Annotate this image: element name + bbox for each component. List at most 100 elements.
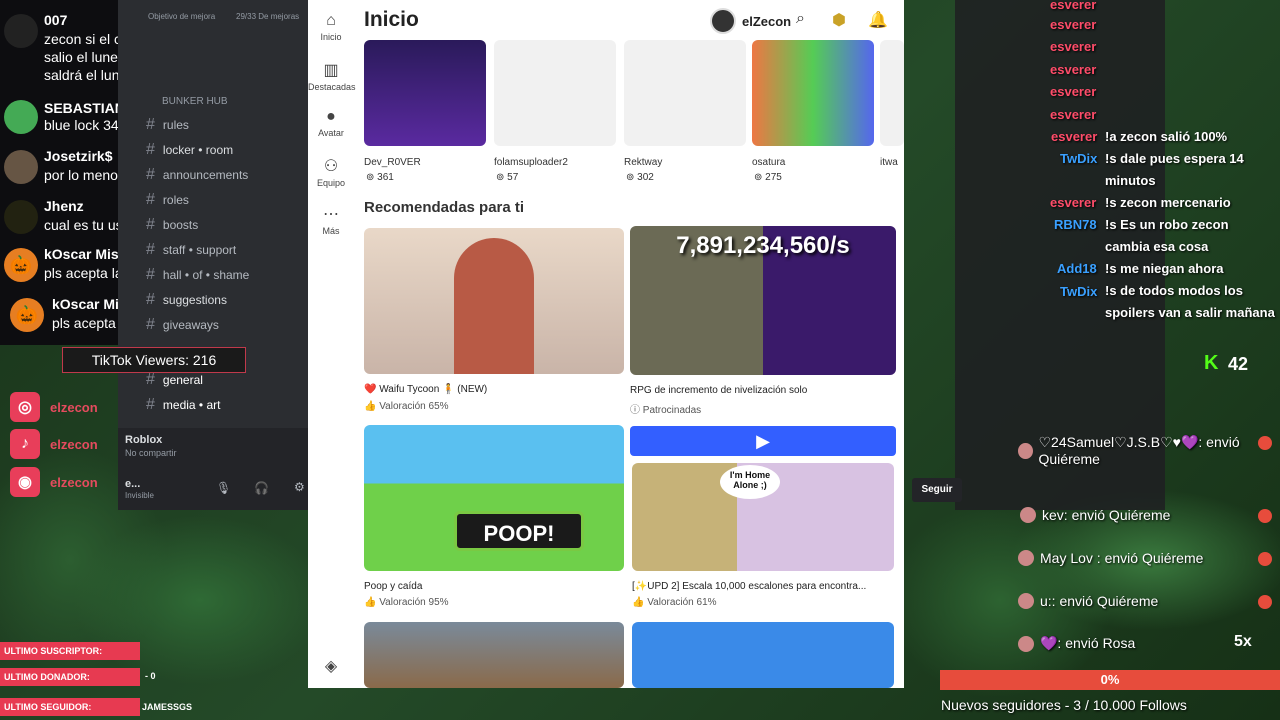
friend-count: ⊚ 57 <box>496 172 518 183</box>
chat-username: esverer <box>1050 62 1097 77</box>
friend-avatar[interactable] <box>624 40 746 146</box>
social-discord: ◉ elzecon <box>10 467 98 497</box>
chat-username: esverer <box>1050 84 1097 99</box>
channel-hall[interactable]: # hall • of • shame <box>146 266 249 284</box>
channel-label: roles <box>162 193 189 207</box>
chat-line: !s Es un robo zecon cambia esa cosa <box>1105 217 1229 254</box>
game-thumbnail[interactable] <box>364 228 624 374</box>
friend-name[interactable]: folamsuploader2 <box>494 157 568 168</box>
avatar <box>4 14 38 48</box>
channel-media[interactable]: # media • art <box>146 396 220 414</box>
nav-label: Avatar <box>318 128 344 138</box>
mic-icon[interactable]: 🎙 <box>216 481 231 495</box>
hash-icon: # <box>146 216 155 233</box>
robux-icon: ⊚ <box>754 172 766 183</box>
channel-label: media • art <box>162 398 221 412</box>
megaphone-icon: # <box>146 166 155 183</box>
channel-label: giveaways <box>162 318 219 332</box>
channel-locker[interactable]: # locker • room <box>146 141 233 159</box>
game-rating: 👍 Valoración 61% <box>632 597 717 608</box>
chat-line: !s de todos modos los spoilers van a sal… <box>1105 283 1275 320</box>
channel-giveaways[interactable]: # giveaways <box>146 316 219 334</box>
home-icon: ⌂ <box>326 12 336 29</box>
friend-count: ⊚ 275 <box>754 172 782 183</box>
heart-icon <box>1258 509 1272 523</box>
heart-icon <box>1258 552 1272 566</box>
gift-event: u:: envió Quiéreme <box>1018 593 1158 609</box>
gift-text: 💜: envió Rosa <box>1040 635 1136 651</box>
friend-avatar[interactable] <box>880 40 904 146</box>
follow-button[interactable]: Seguir <box>912 478 962 502</box>
count: 57 <box>507 172 519 183</box>
instagram-icon: ◎ <box>10 392 40 422</box>
discord-icon: ◉ <box>10 467 40 497</box>
channel-staff[interactable]: # staff • support <box>146 241 236 259</box>
friend-count: ⊚ 361 <box>366 172 394 183</box>
channel-suggestions[interactable]: # suggestions <box>146 291 227 309</box>
hash-icon: # <box>146 291 155 308</box>
nav-team[interactable]: ⚇ Equipo <box>308 156 354 188</box>
channel-boosts[interactable]: # boosts <box>146 216 198 234</box>
game-title[interactable]: ❤️ Waifu Tycoon 🧍 (NEW) <box>364 384 487 395</box>
gift-text: u:: envió Quiéreme <box>1040 593 1159 609</box>
channel-roles[interactable]: # roles <box>146 191 189 209</box>
game-thumbnail[interactable]: POOP! <box>364 425 624 571</box>
channel-label: suggestions <box>162 293 227 307</box>
hash-icon: # <box>146 371 155 388</box>
user-menu[interactable]: elZecon <box>710 8 791 34</box>
friend-avatar[interactable] <box>494 40 616 146</box>
avatar <box>1018 593 1034 609</box>
thumbnail-overlay-text: POOP! <box>454 511 584 551</box>
count: 275 <box>765 172 782 183</box>
friend-name[interactable]: osatura <box>752 157 785 168</box>
heart-icon <box>1258 436 1272 450</box>
robux-icon: ⊚ <box>366 172 378 183</box>
search-icon[interactable]: ⌕ <box>796 10 805 28</box>
headphones-icon[interactable]: 🎧 <box>254 481 269 495</box>
game-rating: 👍 Valoración 65% <box>364 401 449 412</box>
nav-featured[interactable]: ▥ Destacadas <box>308 60 356 92</box>
chat-line: !s me niegan ahora <box>1105 261 1224 276</box>
channel-label: general <box>162 373 203 387</box>
friend-avatar[interactable] <box>752 40 874 146</box>
friend-avatar[interactable] <box>364 40 486 146</box>
gear-icon[interactable]: ⚙ <box>294 480 305 494</box>
chat-username: 007 <box>44 12 68 28</box>
chat-username: TwDix <box>1060 284 1098 299</box>
gift-text: kev: envió Quiéreme <box>1042 507 1171 523</box>
avatar <box>4 200 38 234</box>
game-rating: 👍 Valoración 95% <box>364 597 449 608</box>
game-thumbnail[interactable] <box>632 622 894 688</box>
chat-username: TwDix <box>1060 151 1098 166</box>
chat-username: Add18 <box>1057 261 1097 276</box>
game-thumbnail[interactable]: 7,891,234,560/s <box>630 226 896 375</box>
robux-icon: ⊚ <box>496 172 508 183</box>
game-title[interactable]: Poop y caída <box>364 581 422 592</box>
chat-username: Jhenz <box>44 198 84 214</box>
voice-title: Roblox <box>125 434 163 446</box>
game-title[interactable]: RPG de incremento de nivelización solo <box>630 385 807 396</box>
friend-name[interactable]: Dev_R0VER <box>364 157 421 168</box>
robux-icon[interactable]: ⬢ <box>832 10 846 30</box>
game-thumbnail[interactable] <box>364 622 624 688</box>
channel-label: announcements <box>162 168 249 182</box>
friend-name[interactable]: Rektway <box>624 157 662 168</box>
server-category[interactable]: BUNKER HUB <box>162 96 228 107</box>
play-button[interactable]: ▶ <box>630 426 896 456</box>
roblox-logo-icon[interactable]: ◈ <box>308 656 354 676</box>
chat-username: esverer <box>1050 17 1097 32</box>
nav-more[interactable]: ⋯ Más <box>308 204 354 236</box>
game-title[interactable]: [✨UPD 2] Escala 10,000 escalones para en… <box>632 581 866 592</box>
friend-name[interactable]: itwa <box>880 157 898 168</box>
game-thumbnail[interactable]: I'm Home Alone ;) <box>632 463 894 571</box>
kick-viewers: 42 <box>1228 354 1249 374</box>
channel-announcements[interactable]: # announcements <box>146 166 248 184</box>
channel-label: hall • of • shame <box>162 268 250 282</box>
channel-general[interactable]: # general <box>146 371 203 389</box>
channel-rules[interactable]: # rules <box>146 116 189 134</box>
anime-girl-image <box>454 238 534 374</box>
play-icon: ▶ <box>756 431 770 451</box>
nav-home[interactable]: ⌂ Inicio <box>308 12 354 42</box>
bell-icon[interactable]: 🔔 <box>868 10 888 30</box>
nav-avatar[interactable]: ● Avatar <box>308 108 354 138</box>
